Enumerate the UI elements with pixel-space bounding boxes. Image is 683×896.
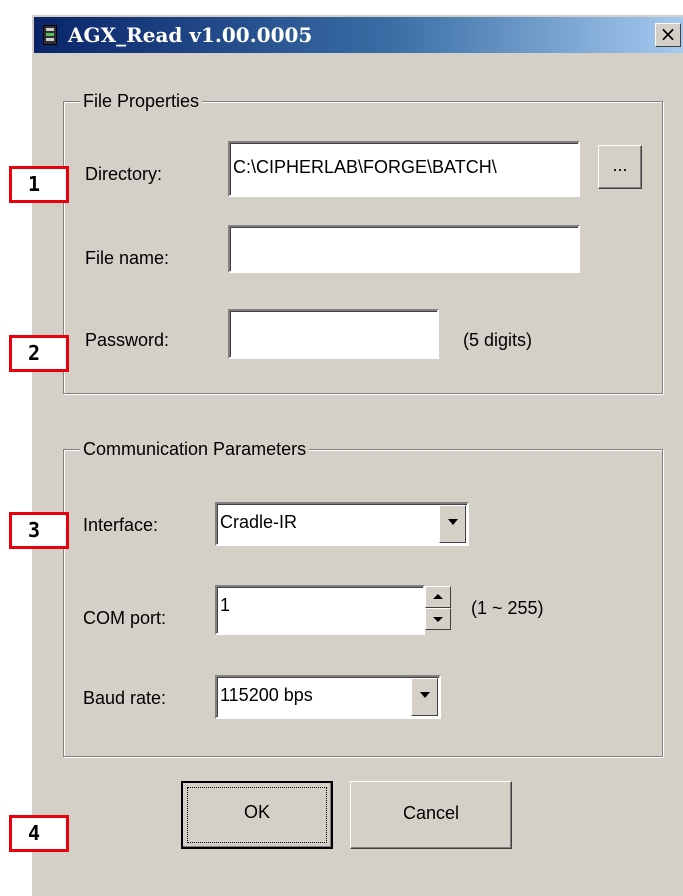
spin-down-icon[interactable] xyxy=(425,608,451,630)
spin-up-icon[interactable] xyxy=(425,586,451,608)
marker-3: 3 xyxy=(9,512,69,549)
dialog-window: AGX_Read v1.00.0005 × File Properties Di… xyxy=(31,14,683,896)
title-bar[interactable]: AGX_Read v1.00.0005 × xyxy=(34,17,683,53)
filename-input[interactable] xyxy=(228,225,580,273)
communication-label: Communication Parameters xyxy=(80,438,310,460)
com-port-input[interactable]: 1 xyxy=(215,585,425,635)
cancel-button[interactable]: Cancel xyxy=(350,781,512,849)
chevron-down-icon[interactable] xyxy=(439,505,466,543)
interface-value: Cradle-IR xyxy=(220,512,298,532)
file-properties-label: File Properties xyxy=(80,90,203,112)
close-button[interactable]: × xyxy=(655,23,681,47)
baud-rate-label: Baud rate: xyxy=(83,688,167,708)
password-input[interactable] xyxy=(228,309,439,359)
com-port-label: COM port: xyxy=(83,608,167,628)
filename-label: File name: xyxy=(85,248,170,268)
ok-label: OK xyxy=(243,802,270,822)
marker-1: 1 xyxy=(9,166,69,203)
password-label: Password: xyxy=(85,330,170,350)
marker-4: 4 xyxy=(9,815,69,852)
directory-input[interactable]: C:\CIPHERLAB\FORGE\BATCH\ xyxy=(228,141,580,197)
browse-button[interactable]: ... xyxy=(598,145,642,189)
marker-2: 2 xyxy=(9,335,69,372)
password-hint: (5 digits) xyxy=(463,330,533,350)
interface-select[interactable]: Cradle-IR xyxy=(215,502,469,546)
baud-rate-value: 115200 bps xyxy=(220,685,313,705)
window-title: AGX_Read v1.00.0005 xyxy=(68,23,313,47)
directory-label: Directory: xyxy=(85,164,163,184)
ok-button[interactable]: OK xyxy=(181,781,333,849)
app-icon xyxy=(43,25,57,45)
baud-rate-select[interactable]: 115200 bps xyxy=(215,675,441,719)
interface-label: Interface: xyxy=(83,515,159,535)
chevron-down-icon[interactable] xyxy=(411,678,438,716)
com-port-range: (1 ~ 255) xyxy=(471,598,544,618)
